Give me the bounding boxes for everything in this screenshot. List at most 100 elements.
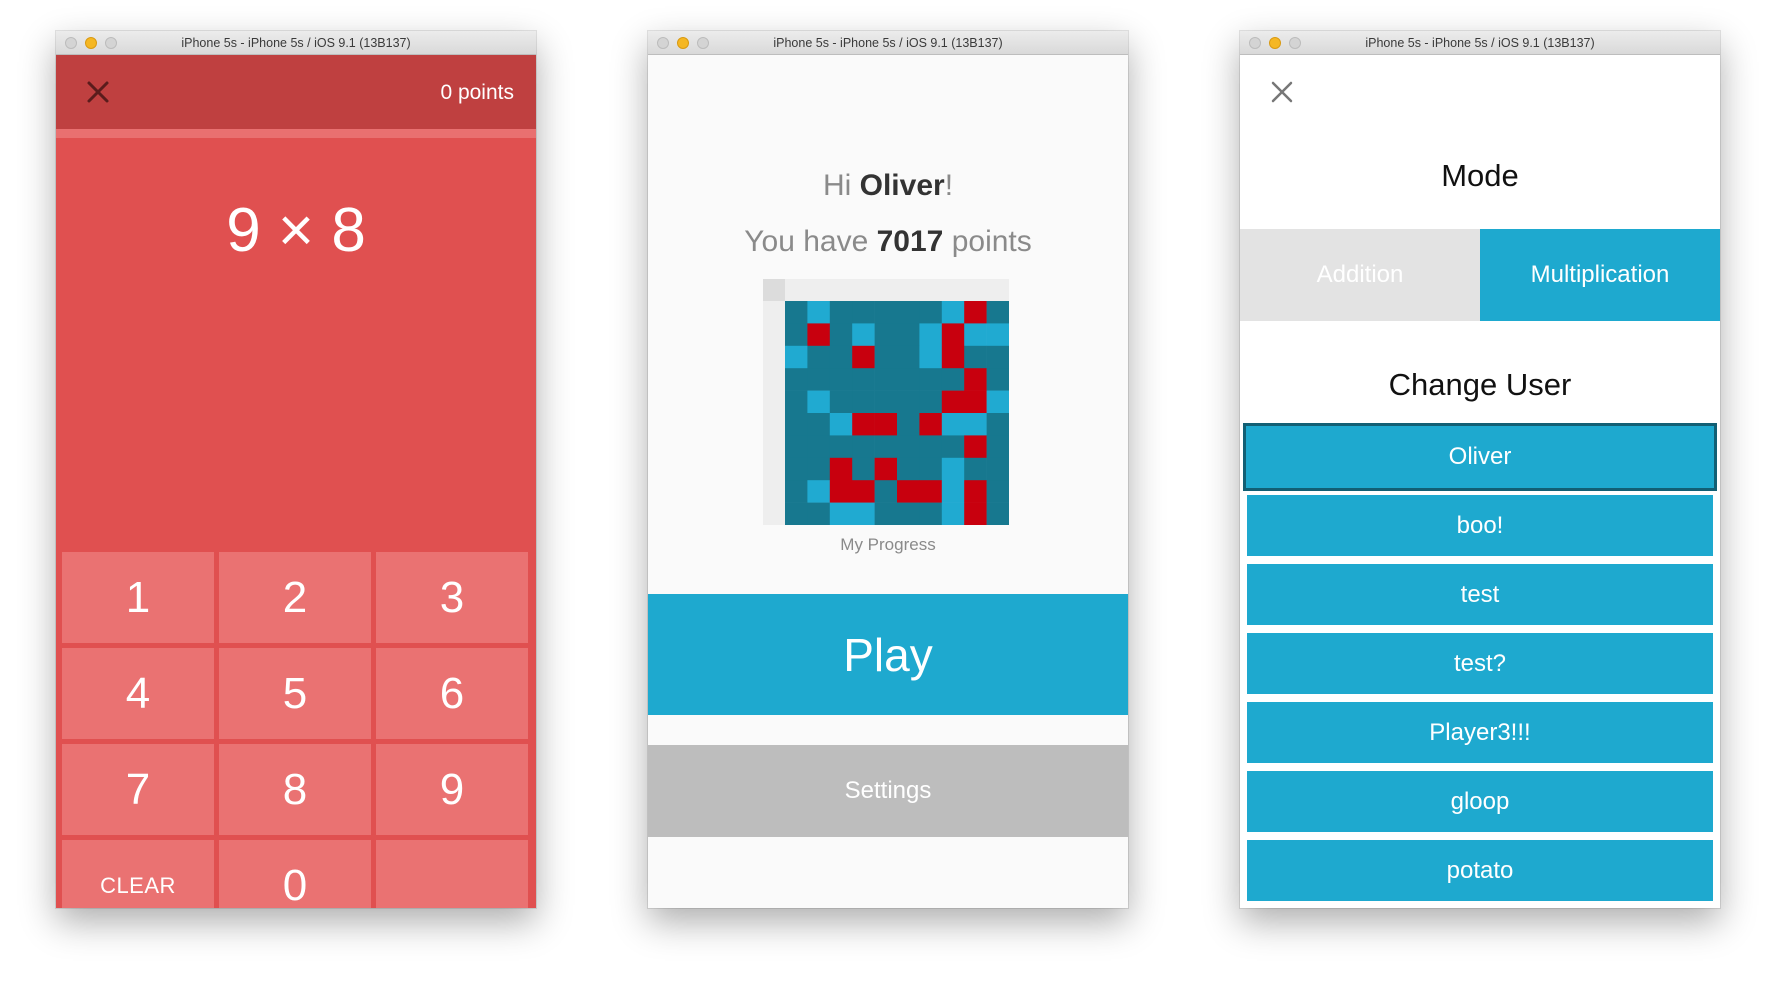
progress-cell <box>874 413 898 436</box>
greeting-suffix: ! <box>944 169 954 202</box>
window-titlebar: iPhone 5s - iPhone 5s / iOS 9.1 (13B137) <box>56 31 536 55</box>
progress-cell <box>785 480 808 503</box>
user-item[interactable]: test <box>1247 564 1713 625</box>
progress-cell <box>941 413 965 436</box>
progress-cell <box>852 413 875 436</box>
user-item[interactable]: boo! <box>1247 495 1713 556</box>
progress-cell <box>785 502 808 525</box>
progress-cell <box>897 368 920 391</box>
progress-cell <box>852 323 875 347</box>
progress-cell <box>919 502 943 525</box>
points-suffix: points <box>943 225 1032 258</box>
greeting: Hi Oliver! <box>648 169 1128 203</box>
user-item[interactable]: Player3!!! <box>1247 702 1713 763</box>
progress-cell <box>829 502 853 525</box>
mode-addition-button[interactable]: Addition <box>1240 229 1480 321</box>
key-blank[interactable] <box>376 840 528 908</box>
key-8[interactable]: 8 <box>219 744 371 835</box>
progress-cell <box>897 502 920 525</box>
progress-cell <box>829 301 853 324</box>
progress-cell <box>964 480 987 503</box>
progress-cell <box>941 390 965 414</box>
key-7[interactable]: 7 <box>62 744 214 835</box>
progress-cell <box>964 323 987 347</box>
progress-cell <box>941 345 965 369</box>
key-5[interactable]: 5 <box>219 648 371 739</box>
progress-cell <box>807 345 831 369</box>
progress-cell <box>807 480 831 503</box>
progress-cell <box>829 457 853 481</box>
progress-cell <box>897 480 920 503</box>
user-item[interactable]: test? <box>1247 633 1713 694</box>
close-icon[interactable] <box>1264 74 1300 110</box>
play-button[interactable]: Play <box>648 594 1128 715</box>
key-3[interactable]: 3 <box>376 552 528 643</box>
progress-cell <box>807 435 831 459</box>
home-screen: Hi Oliver! You have 7017 points My Progr… <box>648 55 1128 908</box>
progress-cell <box>785 457 808 481</box>
key-2[interactable]: 2 <box>219 552 371 643</box>
progress-cell <box>874 368 898 391</box>
game-screen: 0 points 9 × 8 1 2 3 4 5 6 7 8 9 CLEAR 0 <box>56 55 536 908</box>
points-prefix: You have <box>744 225 877 258</box>
progress-cell <box>897 323 920 347</box>
window-title: iPhone 5s - iPhone 5s / iOS 9.1 (13B137) <box>181 36 411 50</box>
progress-cell <box>807 390 831 414</box>
greeting-prefix: Hi <box>822 169 860 202</box>
game-header: 0 points <box>56 55 536 129</box>
progress-cell <box>919 345 943 369</box>
progress-cell <box>852 457 875 481</box>
question-text: 9 × 8 <box>226 196 366 265</box>
progress-cell <box>852 368 875 391</box>
progress-cell <box>785 435 808 459</box>
progress-cell <box>964 457 987 481</box>
progress-cell <box>986 345 1009 369</box>
close-icon[interactable] <box>78 72 118 112</box>
progress-cell <box>807 502 831 525</box>
progress-cell <box>964 502 987 525</box>
progress-cell <box>897 413 920 436</box>
mode-multiplication-button[interactable]: Multiplication <box>1480 229 1720 321</box>
progress-cell <box>785 413 808 436</box>
points-summary: You have 7017 points <box>648 225 1128 259</box>
progress-cell <box>874 480 898 503</box>
user-item[interactable]: gloop <box>1247 771 1713 832</box>
progress-cell <box>785 323 808 347</box>
key-1[interactable]: 1 <box>62 552 214 643</box>
progress-cell <box>986 368 1009 391</box>
clear-button[interactable]: CLEAR <box>62 840 214 908</box>
progress-cell <box>807 368 831 391</box>
progress-cell <box>829 435 853 459</box>
progress-grid <box>763 279 1009 525</box>
progress-cell <box>897 435 920 459</box>
progress-cell <box>829 323 853 347</box>
progress-cell <box>852 435 875 459</box>
progress-cell <box>986 435 1009 459</box>
progress-cell <box>852 345 875 369</box>
key-4[interactable]: 4 <box>62 648 214 739</box>
progress-cell <box>986 413 1009 436</box>
progress-cell <box>986 502 1009 525</box>
user-item-selected[interactable]: Oliver <box>1243 423 1717 491</box>
progress-cell <box>785 368 808 391</box>
progress-cell <box>874 502 898 525</box>
progress-cell <box>829 345 853 369</box>
progress-cell <box>785 345 808 369</box>
progress-cell <box>852 480 875 503</box>
progress-label: My Progress <box>840 535 936 554</box>
progress-cell <box>986 323 1009 347</box>
progress-grid-cells <box>785 301 1009 525</box>
progress-cell <box>919 301 943 324</box>
settings-screen: Mode Addition Multiplication Change User… <box>1240 55 1720 908</box>
user-item[interactable]: potato <box>1247 840 1713 901</box>
key-9[interactable]: 9 <box>376 744 528 835</box>
window-titlebar: iPhone 5s - iPhone 5s / iOS 9.1 (13B137) <box>1240 31 1720 55</box>
key-6[interactable]: 6 <box>376 648 528 739</box>
progress-cell <box>964 390 987 414</box>
progress-cell <box>964 368 987 391</box>
points-value: 7017 <box>876 225 944 258</box>
progress-cell <box>964 413 987 436</box>
progress-cell <box>807 301 831 324</box>
settings-button[interactable]: Settings <box>648 745 1128 837</box>
key-0[interactable]: 0 <box>219 840 371 908</box>
